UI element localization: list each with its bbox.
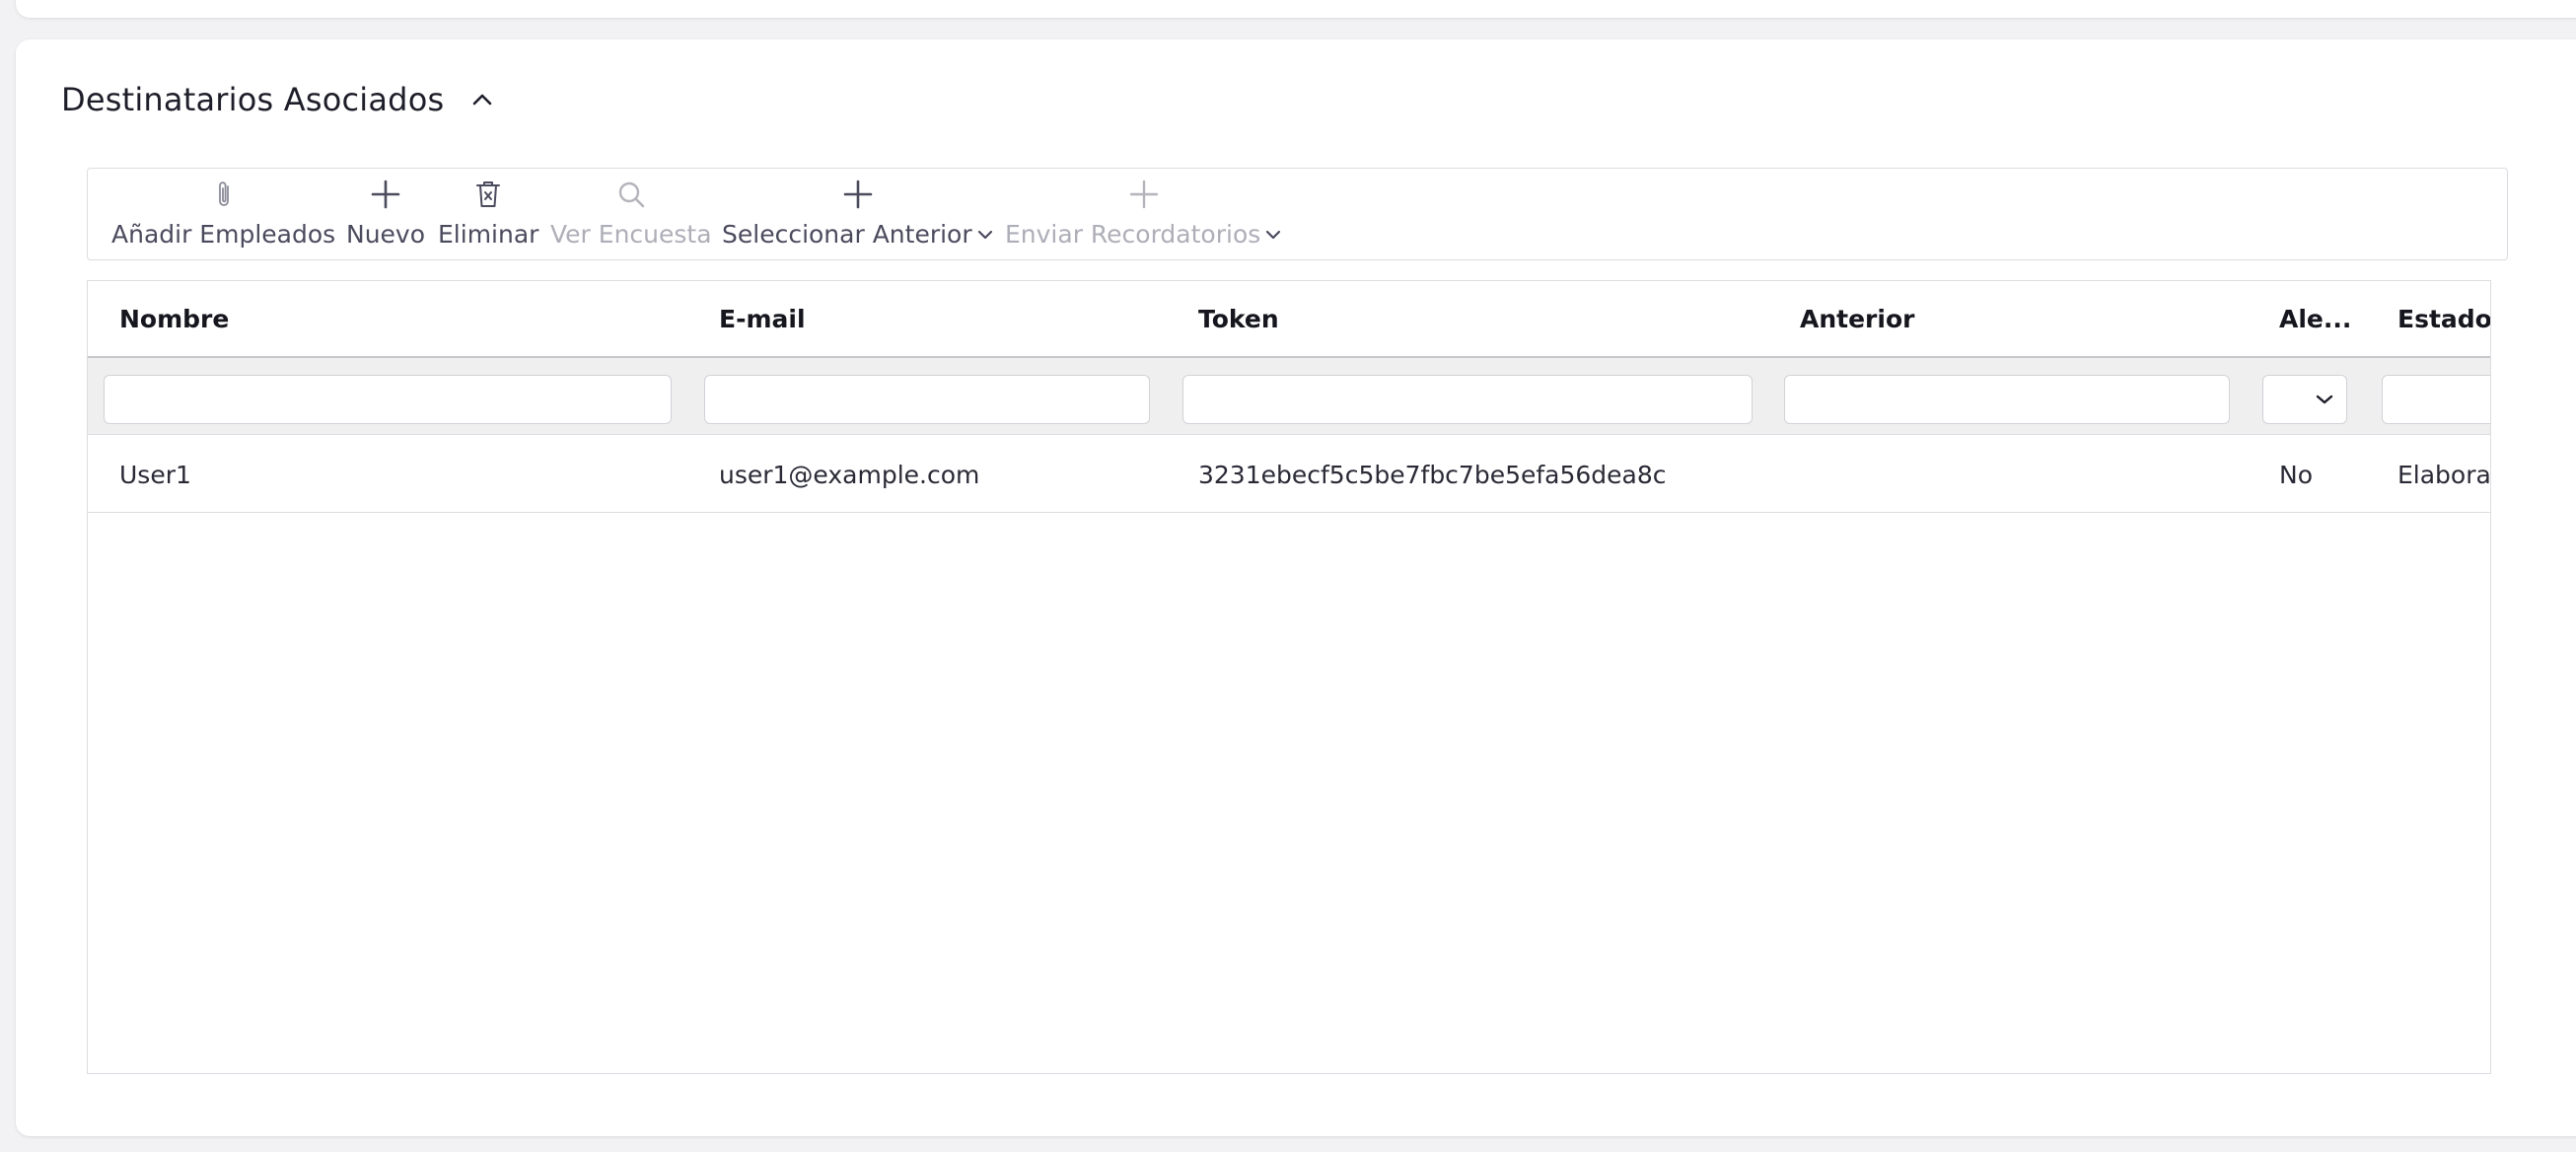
section-header: Destinatarios Asociados — [61, 75, 499, 124]
paperclip-icon — [218, 181, 229, 206]
cell-anterior — [1800, 436, 2234, 513]
delete-button[interactable]: Eliminar — [438, 169, 538, 259]
add-employees-label: Añadir Empleados — [111, 220, 336, 249]
column-header-anterior[interactable]: Anterior — [1800, 281, 2234, 356]
table-row[interactable]: User1 user1@example.com 3231ebecf5c5be7f… — [88, 436, 2490, 513]
collapse-section-button[interactable] — [465, 83, 499, 116]
grid-header-row: Nombre E-mail Token Anterior Ale... Esta… — [88, 281, 2490, 358]
cell-token: 3231ebecf5c5be7fbc7be5efa56dea8c — [1198, 460, 1667, 489]
new-label: Nuevo — [346, 220, 426, 249]
previous-section-card — [16, 0, 2576, 18]
cell-email: user1@example.com — [719, 460, 980, 489]
select-previous-label: Seleccionar Anterior — [722, 220, 972, 249]
add-employees-button[interactable]: Añadir Empleados — [111, 169, 335, 259]
column-header-estado[interactable]: Estado — [2397, 281, 2490, 356]
section-title: Destinatarios Asociados — [61, 81, 445, 118]
cell-estado: Elabora — [2397, 460, 2491, 489]
filter-anterior-input[interactable] — [1784, 375, 2230, 424]
select-previous-dropdown[interactable]: Seleccionar Anterior — [722, 169, 994, 259]
search-icon — [618, 181, 645, 208]
plus-icon — [843, 180, 873, 209]
cell-ale: No — [2279, 460, 2313, 489]
column-header-ale[interactable]: Ale... — [2279, 281, 2358, 356]
chevron-down-icon — [1266, 230, 1281, 240]
column-header-token[interactable]: Token — [1198, 281, 1751, 356]
view-survey-label: Ver Encuesta — [550, 220, 712, 249]
chevron-down-icon — [2316, 395, 2333, 404]
new-button[interactable]: Nuevo — [346, 169, 425, 259]
plus-icon — [371, 180, 400, 209]
filter-ale-select[interactable] — [2262, 375, 2347, 424]
plus-icon — [1129, 180, 1158, 209]
grid-filter-row — [88, 358, 2490, 435]
send-reminders-label: Enviar Recordatorios — [1005, 220, 1261, 249]
filter-email-input[interactable] — [704, 375, 1150, 424]
send-reminders-dropdown[interactable]: Enviar Recordatorios — [1005, 169, 1282, 259]
filter-nombre-input[interactable] — [104, 375, 672, 424]
column-header-email[interactable]: E-mail — [719, 281, 1153, 356]
chevron-down-icon — [977, 230, 992, 240]
recipients-grid: Nombre E-mail Token Anterior Ale... Esta… — [87, 280, 2491, 1074]
filter-estado-input[interactable] — [2382, 375, 2490, 424]
trash-icon — [476, 181, 501, 207]
cell-nombre: User1 — [119, 460, 191, 489]
chevron-up-icon — [473, 94, 492, 106]
delete-label: Eliminar — [438, 220, 539, 249]
grid-toolbar: Añadir Empleados Nuevo Eliminar Ver Encu… — [87, 168, 2508, 260]
filter-token-input[interactable] — [1182, 375, 1753, 424]
view-survey-button[interactable]: Ver Encuesta — [550, 169, 712, 259]
column-header-nombre[interactable]: Nombre — [119, 281, 672, 356]
